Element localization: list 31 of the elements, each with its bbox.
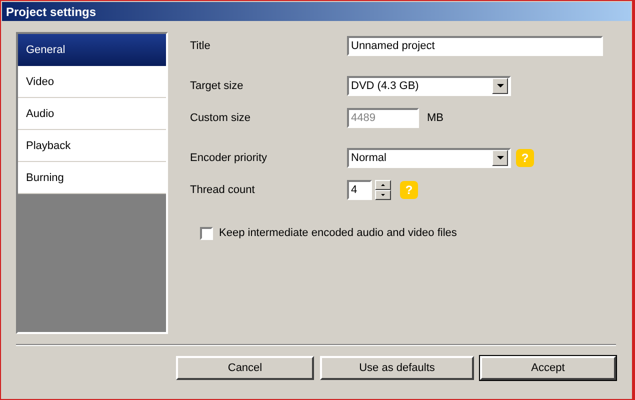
dropdown-arrow-button[interactable] xyxy=(492,78,508,94)
dropdown[interactable]: Normal xyxy=(347,148,511,168)
input-field[interactable]: 4 xyxy=(347,180,372,200)
checkbox-label: Keep intermediate encoded audio and video files xyxy=(219,227,457,239)
input-field[interactable]: Unnamed project xyxy=(347,36,603,56)
field-label: Custom size xyxy=(190,112,252,124)
dialog-button[interactable]: Cancel xyxy=(176,356,314,380)
sidebar-item[interactable]: Audio xyxy=(18,98,166,130)
caret-icon xyxy=(496,84,504,88)
sidebar-item[interactable]: Video xyxy=(18,66,166,98)
field-label: Title xyxy=(190,40,212,52)
sidebar-item[interactable]: Playback xyxy=(18,130,166,162)
caret-icon xyxy=(496,156,504,160)
dropdown-value: Normal xyxy=(351,152,386,164)
field-label: Encoder priority xyxy=(190,152,268,164)
window-title: Project settings xyxy=(6,4,96,18)
field-label: Thread count xyxy=(190,184,256,196)
dialog-button[interactable]: Accept xyxy=(480,356,616,380)
dialog-button[interactable]: Use as defaults xyxy=(320,356,474,380)
down-arrow-icon xyxy=(381,194,385,196)
field-label: Target size xyxy=(190,80,244,92)
checkbox[interactable] xyxy=(200,226,213,240)
dropdown-value: DVD (4.3 GB) xyxy=(351,80,419,92)
unit-label: MB xyxy=(427,112,444,124)
up-arrow-icon xyxy=(381,184,385,186)
dropdown-arrow-button[interactable] xyxy=(492,150,508,166)
sidebar-item[interactable]: General xyxy=(18,34,166,66)
spin-down-button[interactable] xyxy=(375,190,391,200)
sidebar-item[interactable]: Burning xyxy=(18,162,166,194)
spin-up-button[interactable] xyxy=(375,180,391,190)
dropdown[interactable]: DVD (4.3 GB) xyxy=(347,76,511,96)
